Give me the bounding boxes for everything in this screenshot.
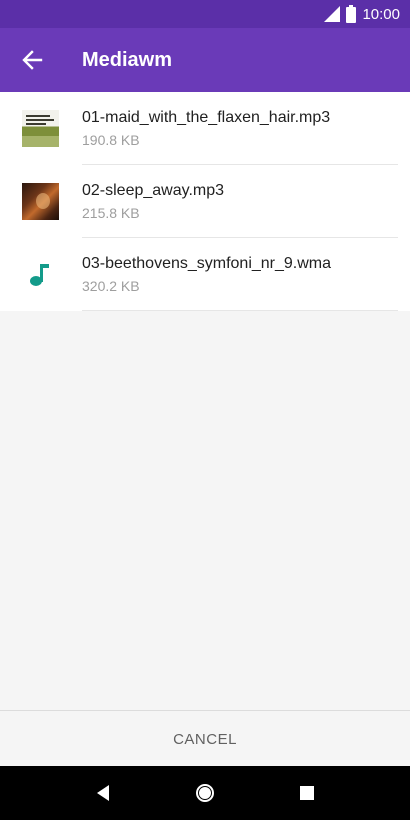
list-item-maid-with-the-flaxen-hair[interactable]: 01-maid_with_the_flaxen_hair.mp3 190.8 K… xyxy=(0,92,410,165)
arrow-back-icon xyxy=(22,50,43,70)
list-item-sleep-away[interactable]: 02-sleep_away.mp3 215.8 KB xyxy=(0,165,410,238)
signal-icon xyxy=(324,6,341,22)
file-size: 215.8 KB xyxy=(82,205,140,221)
status-icons: 10:00 xyxy=(324,0,400,28)
file-list: 01-maid_with_the_flaxen_hair.mp3 190.8 K… xyxy=(0,92,410,311)
nav-home-icon xyxy=(196,784,214,802)
album-art-thumbnail xyxy=(22,110,59,147)
cancel-button[interactable]: CANCEL xyxy=(155,723,255,755)
status-bar: 10:00 xyxy=(0,0,410,28)
back-button[interactable] xyxy=(12,40,52,80)
list-item-beethovens-symfoni[interactable]: 03-beethovens_symfoni_nr_9.wma 320.2 KB xyxy=(0,238,410,311)
page-title: Mediawm xyxy=(82,49,173,71)
dialog-footer: CANCEL xyxy=(0,710,410,766)
nav-recents-button[interactable] xyxy=(293,779,321,807)
album-art-thumbnail xyxy=(22,183,59,220)
music-note-icon xyxy=(30,264,49,286)
navigation-bar xyxy=(0,766,410,820)
file-name: 03-beethovens_symfoni_nr_9.wma xyxy=(82,255,332,272)
divider xyxy=(82,310,398,311)
nav-home-button[interactable] xyxy=(191,779,219,807)
nav-back-icon xyxy=(97,785,109,801)
nav-recents-icon xyxy=(300,786,314,800)
nav-back-button[interactable] xyxy=(89,779,117,807)
file-size: 320.2 KB xyxy=(82,278,140,294)
battery-icon xyxy=(346,5,357,23)
file-name: 01-maid_with_the_flaxen_hair.mp3 xyxy=(82,109,331,126)
app-bar: Mediawm xyxy=(0,28,410,92)
file-size: 190.8 KB xyxy=(82,132,140,148)
file-name: 02-sleep_away.mp3 xyxy=(82,182,225,199)
status-time: 10:00 xyxy=(362,5,400,23)
